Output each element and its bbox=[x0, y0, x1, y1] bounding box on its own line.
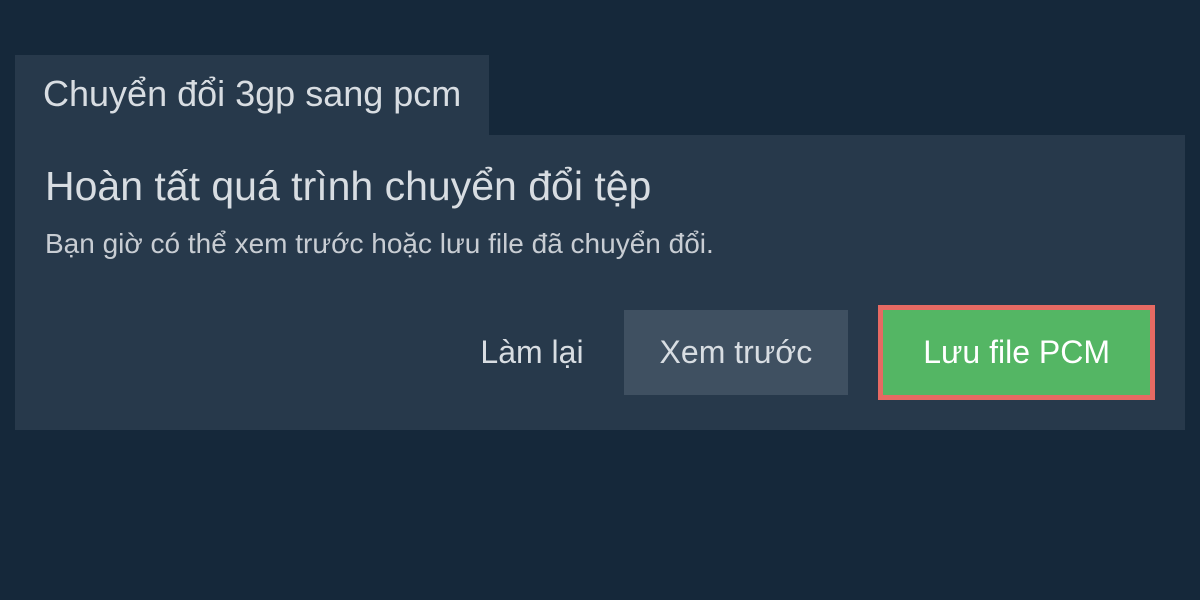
action-row: Làm lại Xem trước Lưu file PCM bbox=[45, 305, 1155, 400]
redo-button[interactable]: Làm lại bbox=[480, 334, 583, 371]
preview-button[interactable]: Xem trước bbox=[624, 310, 849, 395]
conversion-complete-panel: Hoàn tất quá trình chuyển đổi tệp Bạn gi… bbox=[15, 135, 1185, 430]
panel-heading: Hoàn tất quá trình chuyển đổi tệp bbox=[45, 163, 1155, 210]
tab-bar: Chuyển đổi 3gp sang pcm bbox=[0, 0, 1200, 135]
panel-description: Bạn giờ có thể xem trước hoặc lưu file đ… bbox=[45, 228, 1155, 260]
save-button[interactable]: Lưu file PCM bbox=[878, 305, 1155, 400]
tab-label: Chuyển đổi 3gp sang pcm bbox=[43, 73, 461, 114]
tab-convert[interactable]: Chuyển đổi 3gp sang pcm bbox=[15, 55, 489, 135]
